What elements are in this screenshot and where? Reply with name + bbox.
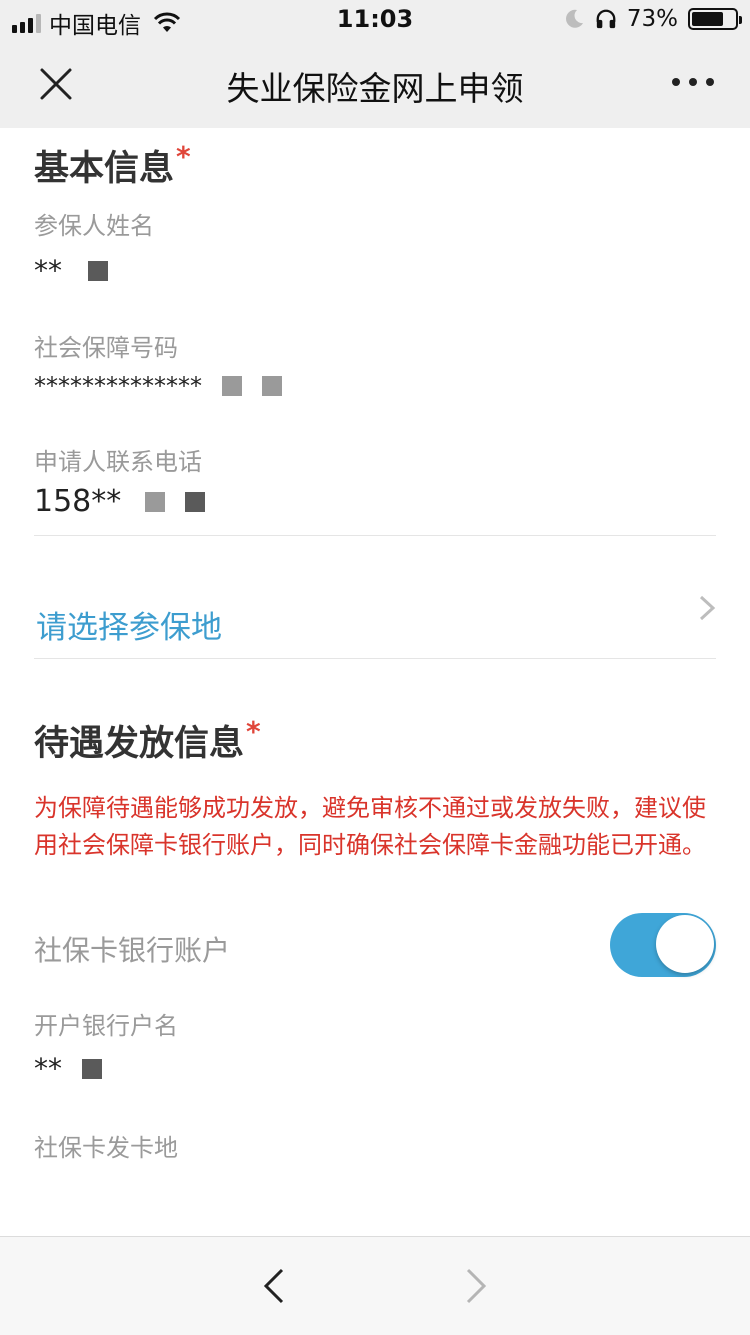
toggle-knob [656,915,714,973]
bottom-nav-bar [0,1236,750,1335]
page-title: 失业保险金网上申领 [226,69,524,108]
account-name-field: ** [34,1052,102,1085]
redaction-mark [82,1058,102,1079]
location-picker[interactable]: 请选择参保地 [34,536,716,658]
more-icon[interactable] [672,78,714,86]
headphone-icon [596,9,616,29]
bank-account-toggle-row: 社保卡银行账户 [34,913,716,977]
back-arrow-icon[interactable] [262,1267,286,1305]
nav-bar: 失业保险金网上申领 [0,40,750,128]
phone-value: 158** [34,484,122,519]
ssn-value: ************** [34,372,202,400]
card-issuer-label[interactable]: 社保卡发卡地 [34,1128,178,1163]
required-mark: * [246,715,261,748]
phone-label: 申请人联系电话 [34,448,202,476]
ssn-label: 社会保障号码 [34,334,178,362]
status-bar: 中国电信 11:03 73% [0,0,750,40]
benefit-info-title: 待遇发放信息 [34,724,245,764]
redaction-mark [88,260,108,281]
battery-percent: 73% [626,6,678,32]
location-picker-label: 请选择参保地 [36,610,222,646]
insured-name-label: 参保人姓名 [34,212,154,240]
insured-name-field: ** [34,254,108,287]
bank-account-toggle[interactable] [610,913,716,977]
account-name-value: ** [34,1052,62,1085]
chevron-right-icon [699,595,716,621]
moon-icon [565,9,583,28]
phone-field[interactable]: 158** [34,484,206,519]
battery-icon [688,8,742,30]
toggle-label: 社保卡银行账户 [34,934,231,967]
notice-text: 为保障待遇能够成功发放，避免审核不通过或发放失败，建议使用社会保障卡银行账户，同… [34,794,706,859]
basic-info-title: 基本信息 [34,149,175,189]
divider [34,658,716,659]
redaction-mark [222,376,242,396]
account-name-label: 开户银行户名 [34,1012,178,1040]
status-right: 73% [563,6,742,32]
redaction-mark [262,376,282,396]
basic-info-heading: 基本信息* [34,140,191,191]
forward-arrow-icon[interactable] [464,1267,488,1305]
required-mark: * [176,140,191,173]
battery-fill [692,12,723,26]
redaction-mark [145,491,166,512]
insured-name-value: ** [34,254,62,287]
ssn-field: ************** [34,372,282,400]
redaction-mark [185,491,206,512]
benefit-info-heading: 待遇发放信息* [34,715,261,766]
